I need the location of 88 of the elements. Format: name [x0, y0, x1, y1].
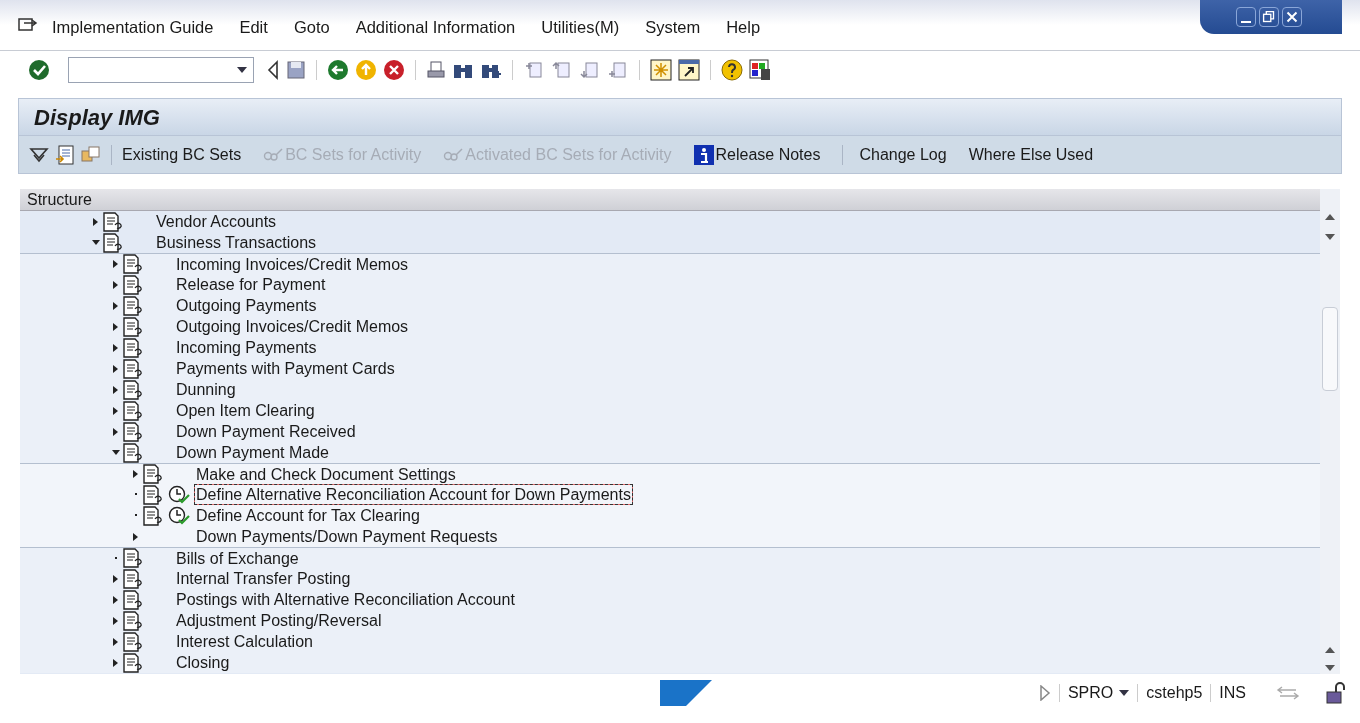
- menu-item[interactable]: System: [645, 14, 701, 40]
- document-icon[interactable]: [122, 548, 144, 568]
- tree-node-label[interactable]: Outgoing Payments: [175, 296, 318, 315]
- save-icon[interactable]: [286, 59, 306, 80]
- column-header: Structure: [20, 189, 1320, 211]
- print-icon[interactable]: [426, 59, 446, 80]
- dropdown-caret-icon[interactable]: [1119, 690, 1130, 696]
- toolbar-button[interactable]: Change Log: [859, 142, 947, 167]
- screen-title: Display IMG: [34, 103, 160, 132]
- input-mode: INS: [1219, 683, 1246, 703]
- document-icon[interactable]: [122, 568, 144, 589]
- tree-node-label[interactable]: Release for Payment: [175, 275, 327, 294]
- scroll-up-icon[interactable]: [1325, 646, 1335, 654]
- tree-node-label[interactable]: Open Item Clearing: [175, 401, 316, 420]
- tree-node-label[interactable]: Dunning: [175, 380, 237, 399]
- checkmark-icon[interactable]: [28, 58, 50, 81]
- menu-icon[interactable]: [18, 17, 38, 33]
- clock-check-icon[interactable]: [168, 505, 190, 526]
- document-icon[interactable]: [122, 400, 144, 421]
- tree-node-label[interactable]: Bills of Exchange: [175, 548, 300, 568]
- document-icon[interactable]: [102, 211, 124, 232]
- document-icon[interactable]: [142, 484, 164, 505]
- document-icon[interactable]: [122, 421, 144, 442]
- document-icon[interactable]: [142, 464, 164, 484]
- menu-item[interactable]: Implementation Guide: [52, 14, 214, 40]
- command-field[interactable]: [68, 56, 254, 83]
- toolbar-button[interactable]: Where Else Used: [968, 142, 1094, 167]
- scroll-down-icon[interactable]: [1325, 664, 1335, 672]
- transaction-dropdown[interactable]: SPRO: [1067, 681, 1130, 705]
- shortcut-icon[interactable]: [678, 58, 700, 81]
- cancel-icon[interactable]: [383, 58, 405, 81]
- server-name: cstehp5: [1146, 683, 1203, 703]
- key-chain-icon: [443, 147, 464, 162]
- document-icon[interactable]: [122, 589, 144, 610]
- tree-node-label[interactable]: Down Payment Received: [175, 422, 357, 441]
- key-chain-icon: [263, 147, 284, 162]
- help-icon[interactable]: [721, 58, 743, 81]
- menu-item[interactable]: Edit: [239, 14, 268, 40]
- dropdown-caret-icon[interactable]: [237, 66, 247, 73]
- document-icon[interactable]: [122, 316, 144, 337]
- toolbar-button[interactable]: Release Notes: [693, 142, 821, 167]
- tree-node-label[interactable]: Vendor Accounts: [155, 212, 278, 231]
- menu-item[interactable]: Goto: [293, 14, 330, 40]
- layout-settings-icon[interactable]: [749, 58, 771, 81]
- tree-node-label[interactable]: Interest Calculation: [175, 632, 314, 651]
- tree-node-label[interactable]: Payments with Payment Cards: [175, 359, 396, 378]
- tree-node-label[interactable]: Incoming Invoices/Credit Memos: [175, 254, 410, 274]
- tree-node-label[interactable]: Business Transactions: [155, 233, 318, 252]
- document-icon[interactable]: [122, 358, 144, 379]
- tree-node-label[interactable]: Down Payment Made: [175, 443, 330, 462]
- tree-node-label[interactable]: Closing: [175, 653, 231, 672]
- scrollbar[interactable]: [1320, 189, 1340, 674]
- info-icon: [693, 144, 714, 165]
- tree-node-label[interactable]: Adjustment Posting/Reversal: [175, 611, 383, 630]
- close-button[interactable]: [1282, 7, 1302, 27]
- padlock-icon[interactable]: [1326, 682, 1348, 704]
- scroll-up-icon[interactable]: [1325, 213, 1335, 221]
- filter-icon[interactable]: [29, 145, 49, 164]
- restore-button[interactable]: [1259, 7, 1279, 27]
- minimize-button[interactable]: [1236, 7, 1256, 27]
- first-page-icon[interactable]: [523, 59, 545, 80]
- tree-node-label[interactable]: Define Account for Tax Clearing: [195, 506, 421, 525]
- document-icon[interactable]: [102, 232, 124, 253]
- clock-check-icon[interactable]: [168, 484, 190, 505]
- document-icon[interactable]: [122, 631, 144, 652]
- document-icon[interactable]: [122, 652, 144, 673]
- document-icon[interactable]: [122, 442, 144, 463]
- menu-item[interactable]: Help: [726, 14, 761, 40]
- toolbar-button[interactable]: Existing BC Sets: [122, 142, 242, 167]
- new-session-icon[interactable]: [650, 58, 672, 81]
- copy-windows-icon[interactable]: [81, 144, 101, 165]
- tree-node-label[interactable]: Internal Transfer Posting: [175, 569, 352, 588]
- play-triangle-icon[interactable]: [1038, 685, 1051, 701]
- scroll-thumb[interactable]: [1322, 307, 1338, 391]
- back-triangle-icon[interactable]: [266, 59, 280, 80]
- document-icon[interactable]: [122, 337, 144, 358]
- document-icon[interactable]: [122, 274, 144, 295]
- menu-item[interactable]: Additional Information: [355, 14, 516, 40]
- scroll-down-icon[interactable]: [1325, 233, 1335, 241]
- document-icon[interactable]: [122, 295, 144, 316]
- document-icon[interactable]: [122, 254, 144, 274]
- tree-node-label[interactable]: Incoming Payments: [175, 338, 318, 357]
- tree-node-label[interactable]: Make and Check Document Settings: [195, 464, 457, 484]
- document-icon[interactable]: [142, 505, 164, 526]
- document-icon[interactable]: [122, 610, 144, 631]
- tree-node-label[interactable]: Outgoing Invoices/Credit Memos: [175, 317, 410, 336]
- menu-item[interactable]: Utilities(M): [541, 14, 620, 40]
- document-icon[interactable]: [122, 379, 144, 400]
